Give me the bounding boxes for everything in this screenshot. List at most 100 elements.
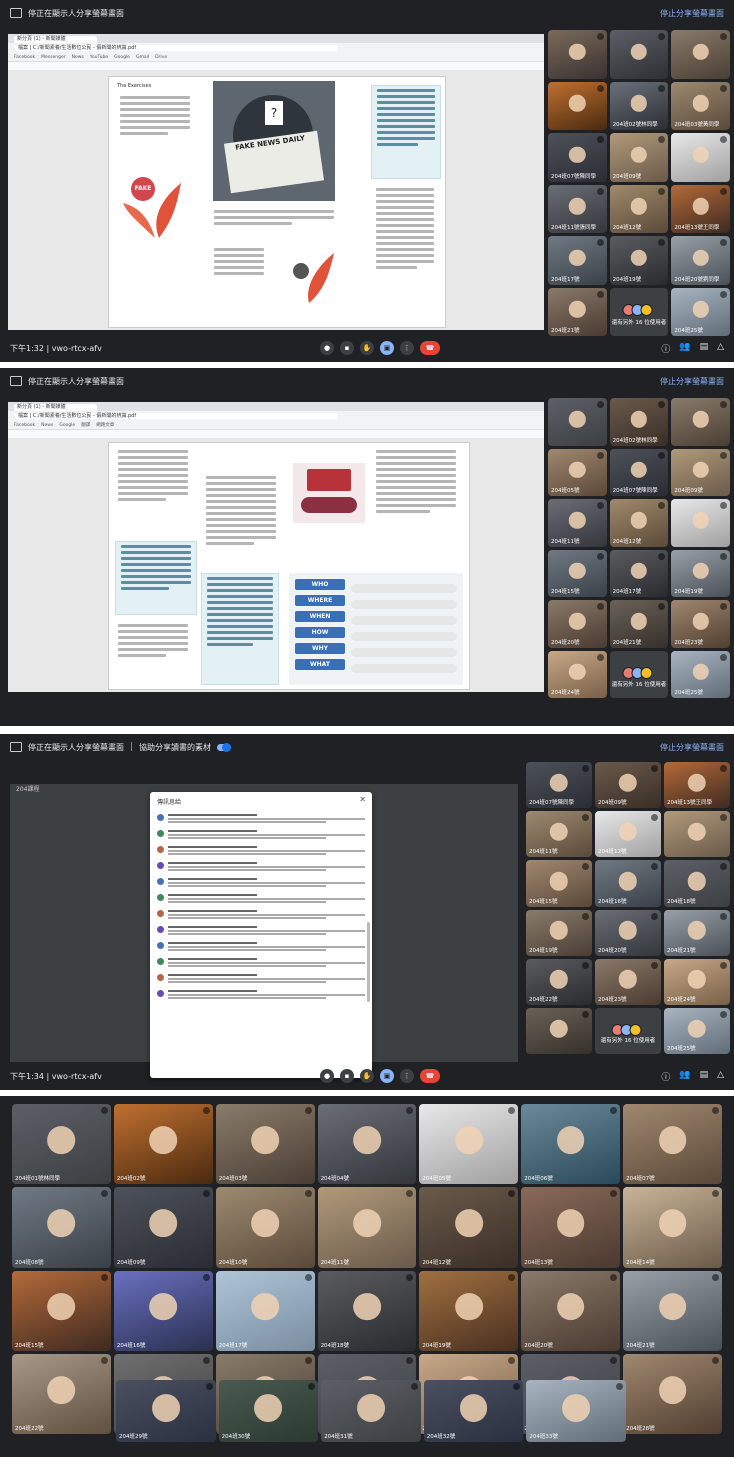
participant-tile[interactable]: 204班23號: [595, 958, 661, 1005]
participant-tile[interactable]: 204班33號: [526, 1380, 626, 1442]
more-options-icon[interactable]: ⋮: [400, 341, 414, 355]
participant-tile[interactable]: 204班12號: [595, 811, 661, 858]
participant-tile[interactable]: 204班19號: [526, 909, 592, 956]
raise-hand-icon[interactable]: ✋: [360, 1069, 374, 1083]
participant-tile[interactable]: 204班06號: [521, 1104, 621, 1185]
participant-tile[interactable]: 204班12號: [609, 499, 669, 547]
participant-tile[interactable]: 204班04號: [317, 1104, 417, 1185]
participant-tile[interactable]: [609, 30, 669, 79]
people-icon[interactable]: 👥: [679, 1070, 690, 1083]
participant-tile[interactable]: [671, 398, 730, 446]
bookmark-item[interactable]: 網路文章: [96, 422, 114, 428]
participant-tile[interactable]: 204班25號: [664, 1007, 730, 1054]
participant-tile[interactable]: 204班31號: [321, 1380, 421, 1442]
mic-icon[interactable]: ●: [320, 1069, 334, 1083]
bookmark-item[interactable]: YouTube: [90, 55, 108, 60]
participant-tile[interactable]: 204班23號: [671, 600, 730, 648]
participant-tile[interactable]: 204班17號: [548, 236, 607, 285]
participant-tile[interactable]: 204班09號: [595, 762, 661, 809]
end-call-icon[interactable]: ☎: [420, 341, 440, 355]
present-now-icon[interactable]: ▣: [380, 341, 394, 355]
participant-tile[interactable]: 204班02號林同學: [609, 81, 669, 130]
bookmark-item[interactable]: Google: [114, 55, 130, 60]
participant-tile[interactable]: 204班15號: [526, 860, 592, 907]
browser-tab[interactable]: 新分頁 (1) - 新聞媒體: [14, 404, 97, 411]
participant-tile[interactable]: 204班20號劉同學: [671, 236, 730, 285]
participant-tile[interactable]: 204班21號: [664, 909, 730, 956]
participant-tile[interactable]: 204班09號: [671, 448, 730, 496]
end-call-icon[interactable]: ☎: [420, 1069, 440, 1083]
participant-tile[interactable]: 204班22號: [526, 958, 592, 1005]
dialog-scrollbar[interactable]: [367, 922, 370, 1002]
participant-tile[interactable]: 204班19號: [609, 236, 669, 285]
participant-tile[interactable]: 204班11號張同學: [548, 184, 607, 233]
bookmark-item[interactable]: Gmail: [136, 55, 149, 60]
mic-icon[interactable]: ●: [320, 341, 334, 355]
camera-icon[interactable]: ▪: [340, 1069, 354, 1083]
participant-tile[interactable]: 204班21號: [548, 287, 607, 336]
more-options-icon[interactable]: ⋮: [400, 1069, 414, 1083]
participant-tile[interactable]: 204班21號: [609, 600, 669, 648]
camera-icon[interactable]: ▪: [340, 341, 354, 355]
participant-tile[interactable]: 204班28號: [623, 1353, 722, 1434]
presentation-toggle[interactable]: [217, 742, 232, 752]
people-icon[interactable]: 👥: [679, 342, 690, 355]
participant-tile[interactable]: 204班02號: [113, 1104, 213, 1185]
participant-tile[interactable]: 204班13號王同學: [671, 184, 730, 233]
participant-tile[interactable]: 204班12號: [419, 1187, 519, 1268]
more-participants-tile[interactable]: 還有另外 16 位使用者: [609, 650, 669, 698]
participant-tile[interactable]: 204班17號: [609, 549, 669, 597]
participant-tile[interactable]: 204班09號: [609, 133, 669, 182]
participant-tile[interactable]: 204班29號: [116, 1380, 216, 1442]
participant-tile[interactable]: 204班30號: [218, 1380, 319, 1442]
present-now-icon[interactable]: ▣: [380, 1069, 394, 1083]
participant-tile[interactable]: 204班24號: [548, 650, 607, 698]
participant-tile[interactable]: [548, 30, 607, 79]
participant-tile[interactable]: 204班20號: [521, 1270, 621, 1351]
participant-tile[interactable]: [671, 133, 730, 182]
participant-tile[interactable]: 204班24號: [664, 958, 730, 1005]
participant-tile[interactable]: 204班25號: [671, 287, 730, 336]
participant-tile[interactable]: 204班32號: [423, 1380, 524, 1442]
stop-presenting-button[interactable]: 停止分享螢幕畫面: [660, 376, 724, 387]
more-participants-tile[interactable]: 還有另外 16 位使用者: [595, 1007, 661, 1054]
close-icon[interactable]: ✕: [359, 795, 366, 804]
participant-tile[interactable]: 204班13號王同學: [664, 762, 730, 809]
participant-tile[interactable]: 204班20號: [595, 909, 661, 956]
participant-tile[interactable]: [548, 398, 607, 446]
bookmark-item[interactable]: Drive: [155, 55, 167, 60]
chat-icon[interactable]: ▤: [700, 342, 709, 355]
activities-icon[interactable]: △: [717, 1070, 724, 1083]
info-icon[interactable]: ⓘ: [661, 1070, 670, 1083]
address-bar[interactable]: 檔案 | C:/新聞素養/生活數位公民 - 假新聞的辨識.pdf: [14, 45, 338, 51]
participant-tile[interactable]: 204班12號: [609, 184, 669, 233]
bookmark-item[interactable]: News: [72, 55, 84, 60]
participant-tile[interactable]: 204班07號陳同學: [548, 133, 607, 182]
participant-tile[interactable]: 204班16號: [113, 1270, 213, 1351]
participant-tile[interactable]: 204班03號黃同學: [671, 81, 730, 130]
participant-tile[interactable]: [526, 1007, 592, 1054]
participant-tile[interactable]: 204班20號: [548, 600, 607, 648]
participant-tile[interactable]: 204班07號陳同學: [526, 762, 592, 809]
participant-tile[interactable]: 204班14號: [623, 1187, 722, 1268]
participant-tile[interactable]: 204班17號: [215, 1270, 315, 1351]
raise-hand-icon[interactable]: ✋: [360, 341, 374, 355]
participant-tile[interactable]: 204班19號: [671, 549, 730, 597]
participant-tile[interactable]: 204班15號: [12, 1270, 111, 1351]
participant-tile[interactable]: [671, 30, 730, 79]
participant-tile[interactable]: 204班01號林同學: [12, 1104, 111, 1185]
bookmark-item[interactable]: 翻譯: [81, 422, 90, 428]
chat-icon[interactable]: ▤: [700, 1070, 709, 1083]
bookmark-item[interactable]: Messenger: [41, 55, 65, 60]
participant-tile[interactable]: 204班11號: [317, 1187, 417, 1268]
info-icon[interactable]: ⓘ: [661, 342, 670, 355]
stop-presenting-button[interactable]: 停止分享螢幕畫面: [660, 742, 724, 753]
more-participants-tile[interactable]: 還有另外 16 位使用者: [609, 287, 669, 336]
bookmark-item[interactable]: Google: [59, 423, 75, 428]
participant-tile[interactable]: [671, 499, 730, 547]
bookmark-item[interactable]: Facebook: [14, 55, 35, 60]
participant-tile[interactable]: 204班11號: [548, 499, 607, 547]
stop-presenting-button[interactable]: 停止分享螢幕畫面: [660, 8, 724, 19]
participant-tile[interactable]: 204班11號: [526, 811, 592, 858]
participant-tile[interactable]: 204班07號陳同學: [609, 448, 669, 496]
